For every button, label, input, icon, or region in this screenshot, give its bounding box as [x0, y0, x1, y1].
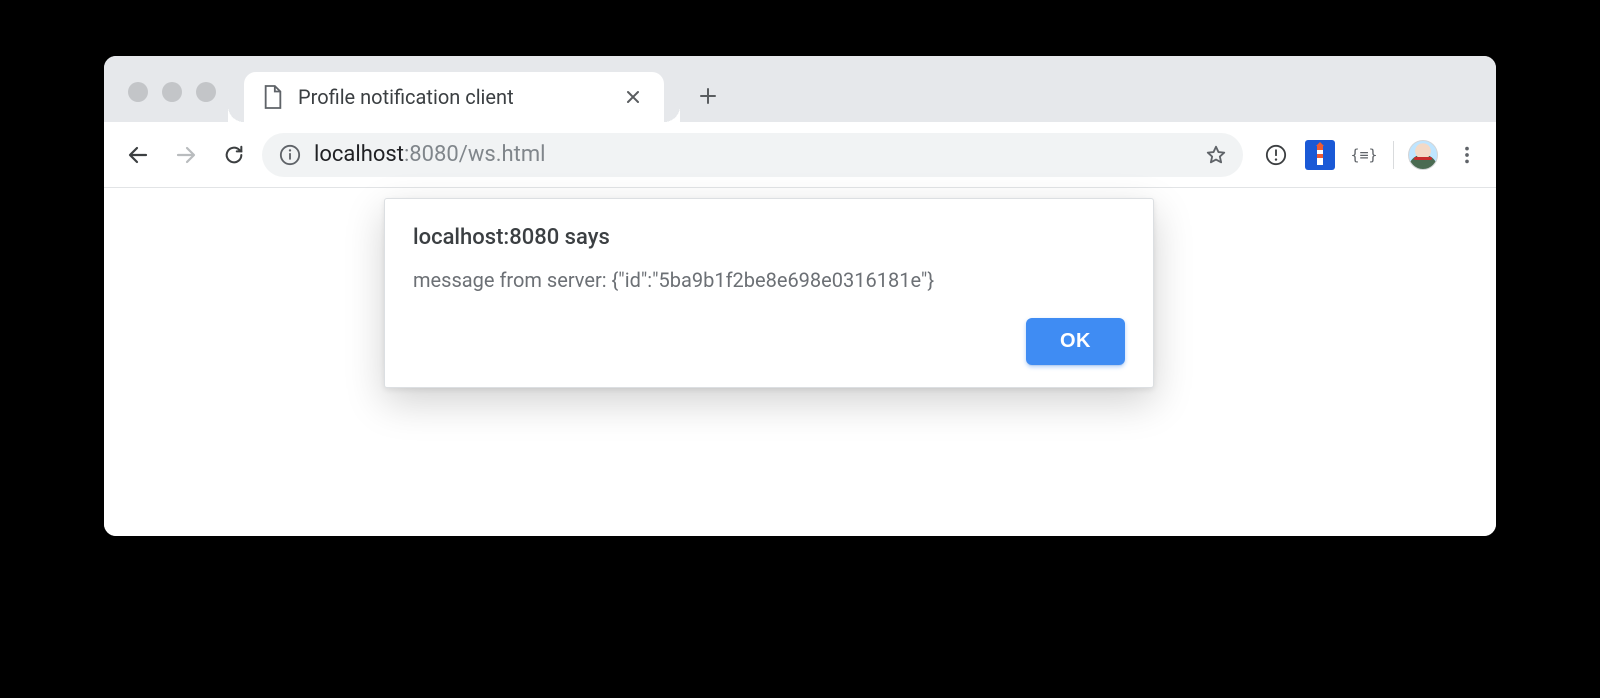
profile-avatar[interactable]: [1408, 140, 1438, 170]
tab-strip: Profile notification client: [104, 56, 1496, 122]
javascript-alert-dialog: localhost:8080 says message from server:…: [384, 198, 1154, 388]
forward-button[interactable]: [166, 135, 206, 175]
toolbar: localhost:8080/ws.html: [104, 122, 1496, 188]
window-zoom-dot[interactable]: [196, 82, 216, 102]
url-path: :8080/ws.html: [404, 142, 546, 167]
separator: [1393, 141, 1394, 169]
new-tab-button[interactable]: [694, 82, 722, 110]
ok-button[interactable]: OK: [1026, 318, 1125, 365]
reload-button[interactable]: [214, 135, 254, 175]
alert-message-text: message from server: {"id":"5ba9b1f2be8e…: [413, 268, 1125, 292]
lighthouse-extension-icon[interactable]: [1305, 140, 1335, 170]
bookmark-star-icon[interactable]: [1199, 138, 1233, 172]
browser-window: Profile notification client: [104, 56, 1496, 536]
file-icon: [262, 84, 284, 110]
site-info-icon[interactable]: [278, 143, 302, 167]
alert-origin-label: localhost:8080 says: [413, 225, 1125, 250]
window-controls: [104, 82, 216, 122]
password-alert-icon[interactable]: [1261, 140, 1291, 170]
address-bar[interactable]: localhost:8080/ws.html: [262, 133, 1243, 177]
url-host: localhost: [314, 142, 404, 167]
page-content: localhost:8080 says message from server:…: [104, 188, 1496, 536]
tab-title: Profile notification client: [298, 85, 606, 109]
close-icon[interactable]: [620, 84, 646, 110]
window-minimize-dot[interactable]: [162, 82, 182, 102]
url-text: localhost:8080/ws.html: [314, 142, 1187, 167]
back-button[interactable]: [118, 135, 158, 175]
extension-icons: {≡}: [1261, 140, 1482, 170]
json-extension-icon[interactable]: {≡}: [1349, 140, 1379, 170]
alert-actions: OK: [413, 318, 1125, 365]
kebab-menu-icon[interactable]: [1452, 140, 1482, 170]
window-close-dot[interactable]: [128, 82, 148, 102]
tab-active[interactable]: Profile notification client: [244, 72, 664, 122]
